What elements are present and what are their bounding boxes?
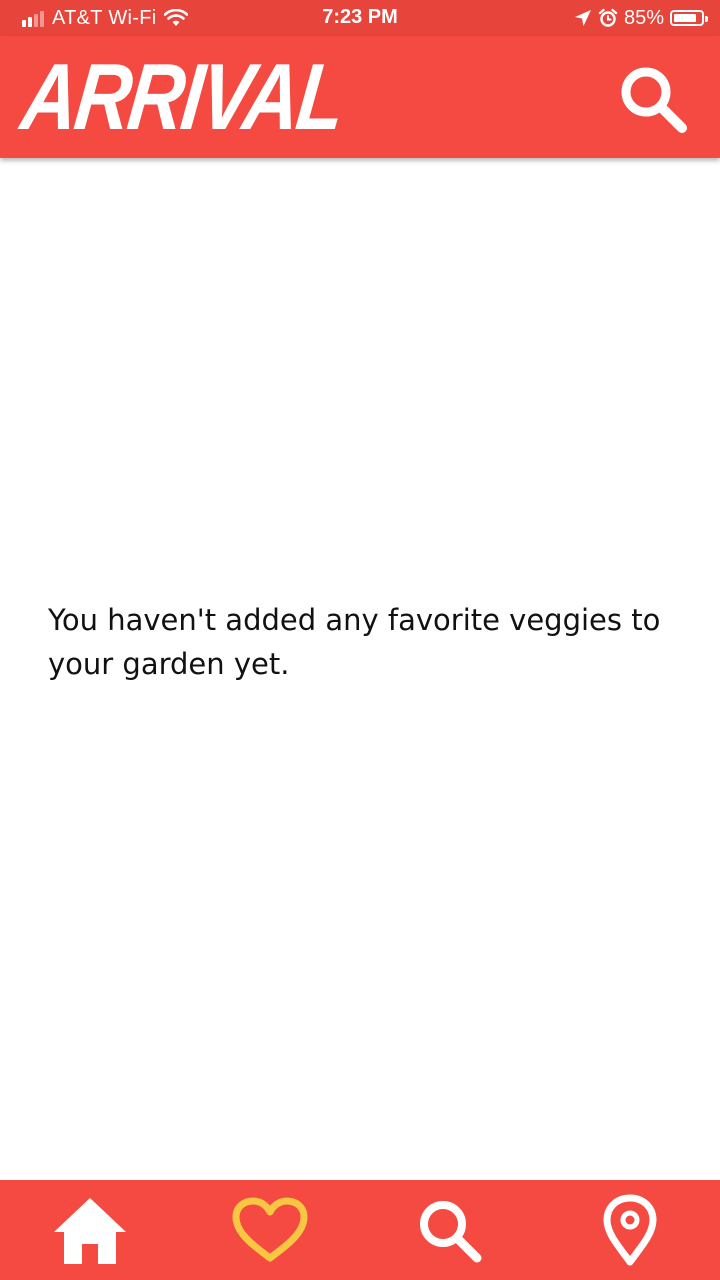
favorites-content: You haven't added any favorite veggies t… [0, 158, 720, 1180]
status-bar: AT&T Wi-Fi 7:23 PM 85% [0, 0, 720, 36]
map-pin-icon [603, 1194, 657, 1266]
alarm-icon [598, 8, 618, 28]
app-logo: ARRIVAL [16, 44, 349, 149]
search-icon [621, 67, 687, 133]
home-icon [54, 1198, 126, 1264]
heart-icon [232, 1197, 308, 1262]
app-screen: AT&T Wi-Fi 7:23 PM 85% ARRIVAL You haven… [0, 0, 720, 1280]
empty-favorites-message: You haven't added any favorite veggies t… [48, 603, 661, 681]
nav-favorites-button[interactable] [220, 1185, 320, 1275]
header-search-button[interactable] [616, 62, 690, 136]
search-icon [420, 1201, 482, 1263]
nav-search-button[interactable] [400, 1185, 500, 1275]
nav-map-button[interactable] [580, 1185, 680, 1275]
battery-icon [670, 10, 708, 26]
bottom-nav [0, 1180, 720, 1280]
nav-home-button[interactable] [40, 1185, 140, 1275]
app-header: ARRIVAL [0, 36, 720, 158]
location-arrow-icon [574, 9, 592, 27]
battery-fill [674, 14, 696, 22]
status-right: 85% [574, 6, 708, 30]
battery-percent: 85% [623, 6, 664, 29]
